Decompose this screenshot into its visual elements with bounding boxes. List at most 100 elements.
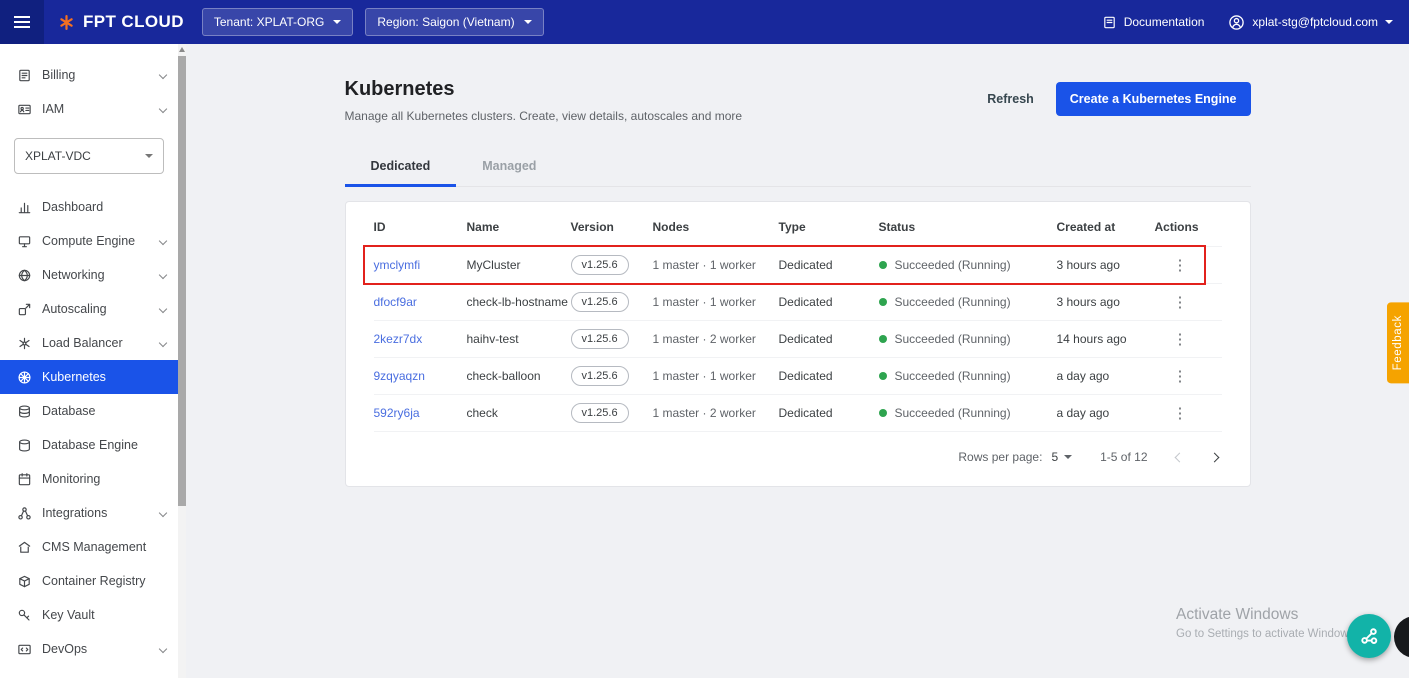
sidebar-item-label: Database Engine xyxy=(42,438,138,452)
cluster-status: Succeeded (Running) xyxy=(878,295,1057,309)
chevron-down-icon xyxy=(1064,455,1073,459)
iam-icon xyxy=(16,101,32,117)
table-row[interactable]: dfocf9ar check-lb-hostname v1.25.6 1 mas… xyxy=(373,284,1222,321)
cluster-id-link[interactable]: 592ry6ja xyxy=(374,406,420,420)
row-actions-kebab[interactable]: ⋮ xyxy=(1167,368,1194,385)
vdc-selected-label: XPLAT-VDC xyxy=(25,149,91,163)
feedback-tab[interactable]: Feedback xyxy=(1387,302,1409,384)
tab-dedicated[interactable]: Dedicated xyxy=(344,149,457,187)
fpt-cloud-logo[interactable]: FPT CLOUD xyxy=(44,12,202,32)
chevron-down-icon xyxy=(145,154,153,158)
region-selector[interactable]: Region: Saigon (Vietnam) xyxy=(365,8,544,36)
integrations-icon xyxy=(16,505,32,521)
user-menu[interactable]: xplat-stg@fptcloud.com xyxy=(1228,14,1393,31)
sidebar-item-monitoring[interactable]: Monitoring xyxy=(0,462,178,496)
cluster-id-link[interactable]: dfocf9ar xyxy=(374,295,417,309)
cluster-nodes: 1 master · 2 worker xyxy=(652,332,756,346)
sidebar-item-container-registry[interactable]: Container Registry xyxy=(0,564,178,598)
column-header-name: Name xyxy=(466,220,500,234)
table-row[interactable]: ymclymfi MyCluster v1.25.6 1 master · 1 … xyxy=(362,245,1222,285)
sidebar-item-compute-engine[interactable]: Compute Engine xyxy=(0,224,178,258)
sidebar-item-label: Key Vault xyxy=(42,608,95,622)
row-actions-kebab[interactable]: ⋮ xyxy=(1167,331,1194,348)
tenant-selector[interactable]: Tenant: XPLAT-ORG xyxy=(201,8,354,36)
networking-icon xyxy=(16,267,32,283)
table-row[interactable]: 2kezr7dx haihv-test v1.25.6 1 master · 2… xyxy=(373,321,1222,358)
cluster-name: MyCluster xyxy=(466,258,521,272)
page-subtitle: Manage all Kubernetes clusters. Create, … xyxy=(344,109,743,123)
created-at: 3 hours ago xyxy=(1056,258,1120,272)
sidebar-item-autoscaling[interactable]: Autoscaling xyxy=(0,292,178,326)
table-row[interactable]: 9zqyaqzn check-balloon v1.25.6 1 master … xyxy=(373,358,1222,395)
sidebar-item-label: Networking xyxy=(42,268,105,282)
vdc-selector[interactable]: XPLAT-VDC xyxy=(14,138,164,174)
documentation-link[interactable]: Documentation xyxy=(1102,15,1205,30)
watermark-line1: Activate Windows xyxy=(1176,606,1299,623)
chevron-down-icon xyxy=(158,270,168,280)
column-header-created-at: Created at xyxy=(1056,220,1116,234)
previous-page-icon[interactable] xyxy=(1174,452,1184,462)
main-content: Kubernetes Manage all Kubernetes cluster… xyxy=(186,44,1409,678)
cluster-status: Succeeded (Running) xyxy=(878,258,1057,272)
chevron-down-icon xyxy=(523,20,532,24)
cluster-name: haihv-test xyxy=(466,332,519,346)
cluster-id-link[interactable]: ymclymfi xyxy=(374,258,421,272)
cluster-id-link[interactable]: 9zqyaqzn xyxy=(374,369,425,383)
sidebar-item-billing[interactable]: Billing xyxy=(0,58,178,92)
sidebar-item-load-balancer[interactable]: Load Balancer xyxy=(0,326,178,360)
cluster-status: Succeeded (Running) xyxy=(878,332,1057,346)
sidebar-item-iam[interactable]: IAM xyxy=(0,92,178,126)
sidebar-item-label: Container Registry xyxy=(42,574,146,588)
sidebar-item-devops[interactable]: DevOps xyxy=(0,632,178,666)
pagination: Rows per page: 5 1-5 of 12 xyxy=(374,432,1222,474)
clusters-table-card: ID Name Version Nodes Type Status Create… xyxy=(344,201,1251,487)
sidebar-item-label: CMS Management xyxy=(42,540,147,554)
sidebar-item-dashboard[interactable]: Dashboard xyxy=(0,190,178,224)
cluster-name: check-lb-hostname xyxy=(466,295,568,309)
sidebar: Billing IAM XPLAT-VDC Dashboard Compute … xyxy=(0,44,186,678)
documentation-icon xyxy=(1103,16,1115,28)
sidebar-item-kubernetes[interactable]: Kubernetes xyxy=(0,360,178,394)
tab-bar: Dedicated Managed xyxy=(344,149,1251,187)
documentation-label: Documentation xyxy=(1123,15,1205,29)
sidebar-item-key-vault[interactable]: Key Vault xyxy=(0,598,178,632)
sidebar-item-cms-management[interactable]: CMS Management xyxy=(0,530,178,564)
column-header-actions: Actions xyxy=(1154,220,1199,234)
column-header-id: ID xyxy=(373,220,386,234)
scroll-up-arrow-icon[interactable] xyxy=(179,47,185,52)
status-dot xyxy=(878,409,887,417)
rows-per-page-select[interactable]: 5 xyxy=(1051,450,1073,464)
kubernetes-icon xyxy=(16,369,32,385)
sidebar-item-database[interactable]: Database xyxy=(0,394,178,428)
row-actions-kebab[interactable]: ⋮ xyxy=(1167,405,1194,422)
sidebar-item-label: Kubernetes xyxy=(42,370,106,384)
sidebar-item-integrations[interactable]: Integrations xyxy=(0,496,178,530)
sidebar-item-database-engine[interactable]: Database Engine xyxy=(0,428,178,462)
database-icon xyxy=(16,403,32,419)
sidebar-scrollbar[interactable] xyxy=(178,44,186,678)
devops-icon xyxy=(16,641,32,657)
refresh-button[interactable]: Refresh xyxy=(981,91,1040,107)
row-actions-kebab[interactable]: ⋮ xyxy=(1167,294,1194,311)
chevron-down-icon xyxy=(1385,20,1393,24)
sidebar-item-networking[interactable]: Networking xyxy=(0,258,178,292)
version-chip: v1.25.6 xyxy=(570,255,629,275)
cluster-nodes: 1 master · 1 worker xyxy=(652,295,756,309)
table-row[interactable]: 592ry6ja check v1.25.6 1 master · 2 work… xyxy=(373,395,1222,432)
brand-text: FPT CLOUD xyxy=(83,12,184,31)
cms-management-icon xyxy=(16,539,32,555)
menu-icon[interactable] xyxy=(0,0,44,44)
cluster-nodes: 1 master · 1 worker xyxy=(652,369,756,383)
cluster-type: Dedicated xyxy=(778,332,833,346)
cluster-nodes: 1 master · 1 worker xyxy=(652,258,756,272)
cluster-id-link[interactable]: 2kezr7dx xyxy=(374,332,423,346)
next-page-icon[interactable] xyxy=(1209,452,1219,462)
cluster-status: Succeeded (Running) xyxy=(878,369,1057,383)
status-dot xyxy=(878,335,887,343)
sidebar-item-label: Compute Engine xyxy=(42,234,136,248)
ai-assistant-button[interactable] xyxy=(1347,614,1391,658)
create-kubernetes-engine-button[interactable]: Create a Kubernetes Engine xyxy=(1055,82,1251,116)
scrollbar-thumb[interactable] xyxy=(178,56,186,506)
row-actions-kebab[interactable]: ⋮ xyxy=(1167,257,1194,274)
tab-managed[interactable]: Managed xyxy=(456,149,562,186)
